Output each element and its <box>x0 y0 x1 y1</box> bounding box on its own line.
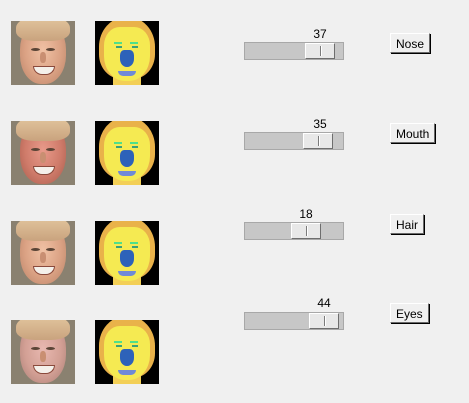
mouth-slider[interactable] <box>244 132 344 150</box>
control-row-nose: 37 Nose <box>0 0 469 100</box>
slider-knob[interactable] <box>291 223 321 239</box>
slider-value: 18 <box>299 207 313 221</box>
control-row-eyes: 44 Eyes <box>0 296 469 400</box>
slider-knob[interactable] <box>309 313 339 329</box>
segmentation-mask <box>95 320 159 384</box>
face-photo <box>11 121 75 185</box>
face-photo <box>11 221 75 285</box>
slider-knob[interactable] <box>305 43 335 59</box>
hair-button[interactable]: Hair <box>390 214 425 234</box>
segmentation-mask <box>95 121 159 185</box>
hair-slider[interactable] <box>244 222 344 240</box>
control-row-hair: 18 Hair <box>0 200 469 300</box>
face-photo <box>11 21 75 85</box>
mouth-button[interactable]: Mouth <box>390 123 436 143</box>
face-photo <box>11 320 75 384</box>
slider-knob[interactable] <box>303 133 333 149</box>
slider-value: 44 <box>317 296 331 310</box>
nose-slider[interactable] <box>244 42 344 60</box>
slider-value: 35 <box>313 117 327 131</box>
nose-button[interactable]: Nose <box>390 33 431 53</box>
control-row-mouth: 35 Mouth <box>0 100 469 200</box>
segmentation-mask <box>95 21 159 85</box>
slider-value: 37 <box>313 27 327 41</box>
eyes-slider[interactable] <box>244 312 344 330</box>
eyes-button[interactable]: Eyes <box>390 303 429 323</box>
segmentation-mask <box>95 221 159 285</box>
